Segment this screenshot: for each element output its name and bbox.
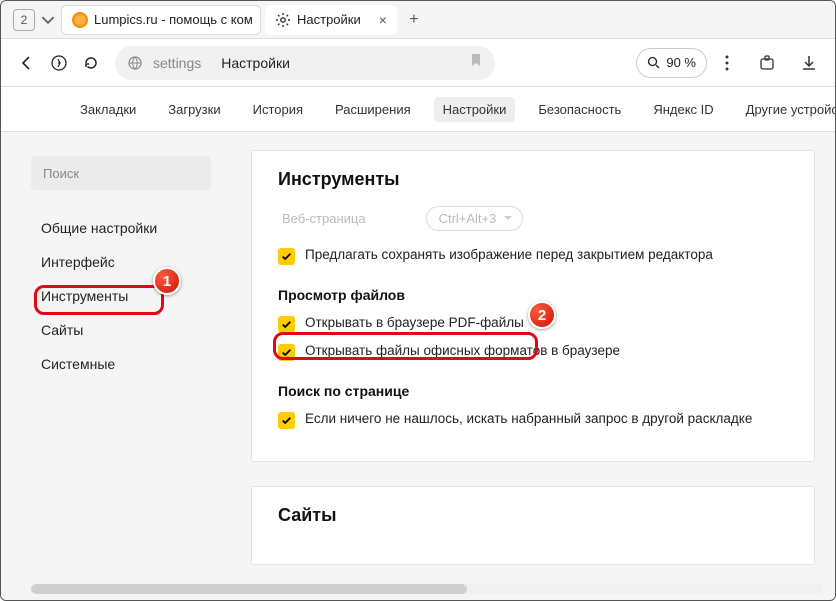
tab-settings[interactable]: Настройки × — [265, 5, 397, 35]
checkbox-save-image[interactable] — [278, 248, 295, 265]
toptab-downloads[interactable]: Загрузки — [159, 97, 229, 122]
extensions-icon[interactable] — [751, 54, 783, 72]
settings-top-tabs: Закладки Загрузки История Расширения Нас… — [1, 87, 835, 131]
toptab-extensions[interactable]: Расширения — [326, 97, 420, 122]
scrollbar-thumb[interactable] — [31, 584, 467, 594]
callout-2: 2 — [528, 301, 556, 329]
opt-pdf-label: Открывать в браузере PDF-файлы — [305, 315, 524, 330]
bookmark-icon[interactable] — [469, 53, 483, 72]
chevron-down-icon[interactable] — [41, 13, 55, 27]
more-menu-icon[interactable] — [713, 55, 741, 71]
sites-panel: Сайты — [251, 486, 815, 565]
settings-search-input[interactable]: Поиск — [31, 156, 211, 190]
disabled-label: Веб-страница — [282, 211, 366, 226]
opt-layout-label: Если ничего не нашлось, искать набранный… — [305, 411, 752, 426]
yandex-home-icon[interactable] — [43, 47, 75, 79]
gear-icon — [275, 12, 291, 28]
downloads-icon[interactable] — [793, 54, 825, 72]
tab-lumpics[interactable]: Lumpics.ru - помощь с ком — [61, 5, 261, 35]
sites-heading: Сайты — [278, 505, 788, 526]
toptab-security[interactable]: Безопасность — [529, 97, 630, 122]
site-favicon-icon — [72, 12, 88, 28]
horizontal-scrollbar[interactable] — [31, 584, 823, 594]
globe-icon — [127, 55, 143, 71]
toptab-settings[interactable]: Настройки — [434, 97, 516, 122]
sidebar-item-system[interactable]: Системные — [31, 348, 211, 380]
checkbox-open-office[interactable] — [278, 344, 295, 361]
tab-count[interactable]: 2 — [13, 9, 35, 31]
zoom-indicator[interactable]: 90 % — [636, 48, 707, 78]
toptab-bookmarks[interactable]: Закладки — [71, 97, 145, 122]
back-button[interactable] — [11, 47, 43, 79]
sidebar-item-general[interactable]: Общие настройки — [31, 212, 211, 244]
toptab-other-devices[interactable]: Другие устройства — [737, 97, 836, 122]
toptab-yandexid[interactable]: Яндекс ID — [644, 97, 722, 122]
opt-office-label: Открывать файлы офисных форматов в брауз… — [305, 343, 620, 358]
view-files-heading: Просмотр файлов — [278, 287, 788, 303]
search-placeholder: Поиск — [43, 166, 79, 181]
address-bar[interactable]: settings Настройки — [115, 46, 495, 80]
checkbox-search-layout[interactable] — [278, 412, 295, 429]
sidebar-item-tools[interactable]: Инструменты — [31, 280, 211, 312]
callout-1: 1 — [153, 267, 181, 295]
settings-sidebar: Поиск Общие настройки Интерфейс Инструме… — [1, 132, 231, 600]
disabled-shortcut-row: Веб-страница Ctrl+Alt+3 — [278, 206, 788, 231]
reload-button[interactable] — [75, 47, 107, 79]
page-search-heading: Поиск по странице — [278, 383, 788, 399]
opt-save-image-label: Предлагать сохранять изображение перед з… — [305, 247, 713, 262]
tab-label: Настройки — [297, 12, 361, 27]
zoom-value: 90 % — [666, 55, 696, 70]
sidebar-item-interface[interactable]: Интерфейс — [31, 246, 211, 278]
tools-heading: Инструменты — [278, 169, 788, 190]
tab-label: Lumpics.ru - помощь с ком — [94, 12, 253, 27]
close-icon[interactable]: × — [379, 12, 387, 28]
toptab-history[interactable]: История — [244, 97, 312, 122]
url-text: settings — [153, 55, 201, 71]
page-title-in-url: Настройки — [221, 55, 290, 71]
sidebar-item-sites[interactable]: Сайты — [31, 314, 211, 346]
new-tab-button[interactable]: + — [401, 7, 427, 33]
shortcut-dropdown[interactable]: Ctrl+Alt+3 — [426, 206, 524, 231]
checkbox-open-pdf[interactable] — [278, 316, 295, 333]
